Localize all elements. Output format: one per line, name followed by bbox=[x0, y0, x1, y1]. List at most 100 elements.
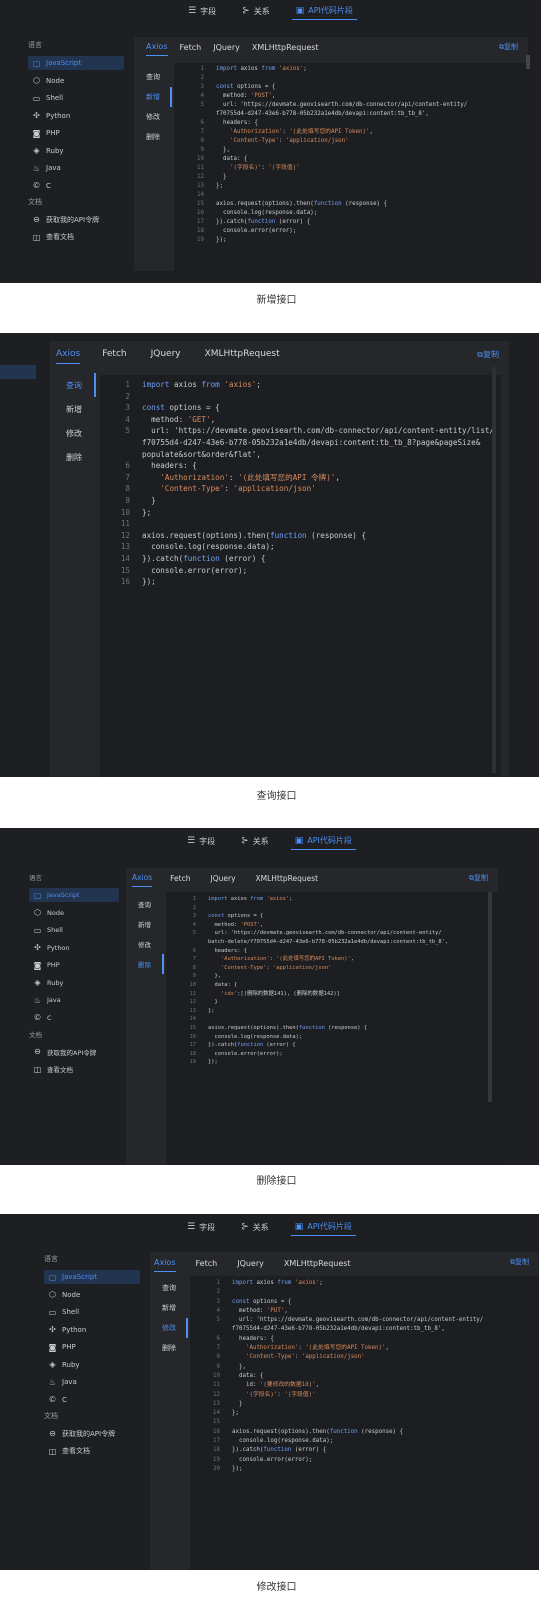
copy-button[interactable]: ⧉复制 bbox=[469, 873, 488, 883]
lang-shell[interactable]: ▭ Shell bbox=[28, 91, 124, 105]
python-icon: ✣ bbox=[33, 111, 40, 120]
lang-java[interactable]: ♨ Java bbox=[28, 161, 124, 175]
code-text: data: { bbox=[232, 1372, 264, 1379]
method-delete[interactable]: 删除 bbox=[134, 127, 172, 147]
lang-c[interactable]: © C bbox=[29, 1011, 119, 1025]
line-number: 14 bbox=[213, 1410, 220, 1417]
tab-xmlhttprequest[interactable]: XMLHttpRequest bbox=[256, 870, 319, 887]
tab-relations[interactable]: ⊱ 关系 bbox=[237, 1219, 273, 1236]
tab-relations[interactable]: ⊱ 关系 bbox=[238, 3, 274, 20]
tab-jquery[interactable]: JQuery bbox=[213, 39, 240, 56]
method-delete[interactable]: 删除 bbox=[50, 445, 96, 469]
tab-fetch[interactable]: Fetch bbox=[196, 1255, 218, 1272]
code-line: 5 url: 'https://devmate.geovisearth.com/… bbox=[174, 101, 528, 110]
method-update[interactable]: 修改 bbox=[150, 1318, 188, 1338]
lang-php[interactable]: ◙ PHP bbox=[44, 1340, 140, 1354]
get-api-token-link[interactable]: ⊖ 获取我的API令牌 bbox=[44, 1427, 140, 1441]
view-docs-link[interactable]: ◫ 查看文档 bbox=[29, 1062, 119, 1076]
lang-javascript[interactable]: ▢ JavaScript bbox=[44, 1270, 140, 1284]
tab-api-snippets[interactable]: ▣ API代码片段 bbox=[291, 2, 357, 20]
method-delete[interactable]: 删除 bbox=[126, 954, 164, 974]
tab-fetch[interactable]: Fetch bbox=[102, 345, 126, 363]
view-docs-link[interactable]: ◫ 查看文档 bbox=[28, 230, 124, 244]
code-text: axios.request(options).then(function (re… bbox=[232, 1428, 404, 1435]
method-create[interactable]: 新增 bbox=[126, 914, 164, 934]
lang-node[interactable]: ⬡ Node bbox=[28, 74, 124, 88]
tab-xmlhttprequest[interactable]: XMLHttpRequest bbox=[284, 1255, 351, 1272]
lang-java[interactable]: ♨ Java bbox=[44, 1375, 140, 1389]
method-create[interactable]: 新增 bbox=[134, 87, 172, 107]
method-query[interactable]: 查询 bbox=[50, 373, 96, 397]
lang-node[interactable]: ⬡ Node bbox=[44, 1288, 140, 1302]
method-update[interactable]: 修改 bbox=[126, 934, 164, 954]
tab-xmlhttprequest[interactable]: XMLHttpRequest bbox=[205, 345, 280, 363]
lang-javascript[interactable]: ▢ JavaScript bbox=[28, 56, 124, 70]
copy-button[interactable]: ⧉复制 bbox=[499, 42, 518, 52]
lang-ruby[interactable]: ◈ Ruby bbox=[28, 144, 124, 158]
method-update[interactable]: 修改 bbox=[50, 421, 96, 445]
tab-jquery[interactable]: JQuery bbox=[151, 345, 181, 363]
tab-axios[interactable]: Axios bbox=[132, 869, 153, 887]
tab-axios[interactable]: Axios bbox=[56, 345, 81, 364]
tab-api-snippets[interactable]: ▣ API代码片段 bbox=[290, 832, 356, 850]
method-create[interactable]: 新增 bbox=[150, 1298, 188, 1318]
tab-axios[interactable]: Axios bbox=[154, 1254, 176, 1272]
list-icon: ☰ bbox=[187, 836, 196, 846]
method-query[interactable]: 查询 bbox=[134, 67, 172, 87]
copy-button[interactable]: ⧉复制 bbox=[477, 349, 499, 360]
lang-php[interactable]: ◙ PHP bbox=[29, 958, 119, 972]
tab-jquery[interactable]: JQuery bbox=[237, 1255, 264, 1272]
line-number: 5 bbox=[125, 426, 130, 436]
lang-ruby[interactable]: ◈ Ruby bbox=[44, 1358, 140, 1372]
lang-java[interactable]: ♨ Java bbox=[29, 993, 119, 1007]
code-view[interactable]: 1 import axios from 'axios'; 2 3 const optio… bbox=[100, 375, 501, 777]
php-icon: ◙ bbox=[33, 960, 42, 970]
tab-relations[interactable]: ⊱ 关系 bbox=[237, 833, 273, 850]
lang-c[interactable]: © C bbox=[44, 1393, 140, 1407]
get-api-token-link[interactable]: ⊖ 获取我的API令牌 bbox=[29, 1045, 119, 1059]
line-number bbox=[166, 938, 208, 947]
book-icon: ◫ bbox=[33, 1064, 42, 1074]
tab-fields[interactable]: ☰ 字段 bbox=[184, 3, 220, 20]
lang-node[interactable]: ⬡ Node bbox=[29, 906, 119, 920]
copy-button[interactable]: ⧉复制 bbox=[510, 1257, 529, 1267]
code-view[interactable]: 1 import axios from 'axios'; 2 3 const optio… bbox=[190, 1276, 539, 1570]
tab-fields[interactable]: ☰ 字段 bbox=[183, 833, 219, 850]
code-view[interactable]: 1 import axios from 'axios'; 2 3 const optio… bbox=[174, 63, 528, 273]
lang-python[interactable]: ✣ Python bbox=[44, 1323, 140, 1337]
tab-fields[interactable]: ☰ 字段 bbox=[183, 1219, 219, 1236]
lang-python[interactable]: ✣ Python bbox=[28, 109, 124, 123]
code-line: 14}).catch(function (error) { bbox=[100, 553, 501, 565]
tab-api-snippets[interactable]: ▣ API代码片段 bbox=[290, 1218, 356, 1236]
method-query[interactable]: 查询 bbox=[126, 894, 164, 914]
code-line: 15 axios.request(options).then(function (… bbox=[174, 200, 528, 209]
line-number: 11 bbox=[213, 1382, 220, 1389]
scrollbar[interactable] bbox=[526, 55, 530, 69]
lang-python[interactable]: ✣ Python bbox=[29, 941, 119, 955]
tab-axios[interactable]: Axios bbox=[146, 38, 168, 56]
code-line: 11 id: '(要修改的数据id)', bbox=[190, 1381, 539, 1390]
code-view[interactable]: 1 import axios from 'axios'; 2 3 const optio… bbox=[166, 892, 498, 1165]
tab-jquery[interactable]: JQuery bbox=[211, 870, 236, 887]
tab-xmlhttprequest[interactable]: XMLHttpRequest bbox=[252, 39, 319, 56]
lang-ruby[interactable]: ◈ Ruby bbox=[29, 976, 119, 990]
python-icon: ✣ bbox=[49, 1325, 56, 1334]
code-line: 3 const options = { bbox=[190, 1298, 539, 1307]
scrollbar[interactable] bbox=[492, 367, 496, 773]
sidebar-selected-fragment[interactable] bbox=[0, 365, 36, 379]
method-query[interactable]: 查询 bbox=[150, 1278, 188, 1298]
method-create[interactable]: 新增 bbox=[50, 397, 96, 421]
line-number: 14 bbox=[189, 1016, 197, 1023]
scrollbar[interactable] bbox=[488, 892, 492, 1102]
method-delete[interactable]: 删除 bbox=[150, 1338, 188, 1358]
get-api-token-link[interactable]: ⊖ 获取我的API令牌 bbox=[28, 213, 124, 227]
lang-javascript[interactable]: ▢ JavaScript bbox=[29, 888, 119, 902]
tab-fetch[interactable]: Fetch bbox=[180, 39, 202, 56]
lang-shell[interactable]: ▭ Shell bbox=[44, 1305, 140, 1319]
lang-c[interactable]: © C bbox=[28, 179, 124, 193]
lang-php[interactable]: ◙ PHP bbox=[28, 126, 124, 140]
tab-fetch[interactable]: Fetch bbox=[170, 870, 190, 887]
view-docs-link[interactable]: ◫ 查看文档 bbox=[44, 1444, 140, 1458]
lang-shell[interactable]: ▭ Shell bbox=[29, 923, 119, 937]
method-update[interactable]: 修改 bbox=[134, 107, 172, 127]
